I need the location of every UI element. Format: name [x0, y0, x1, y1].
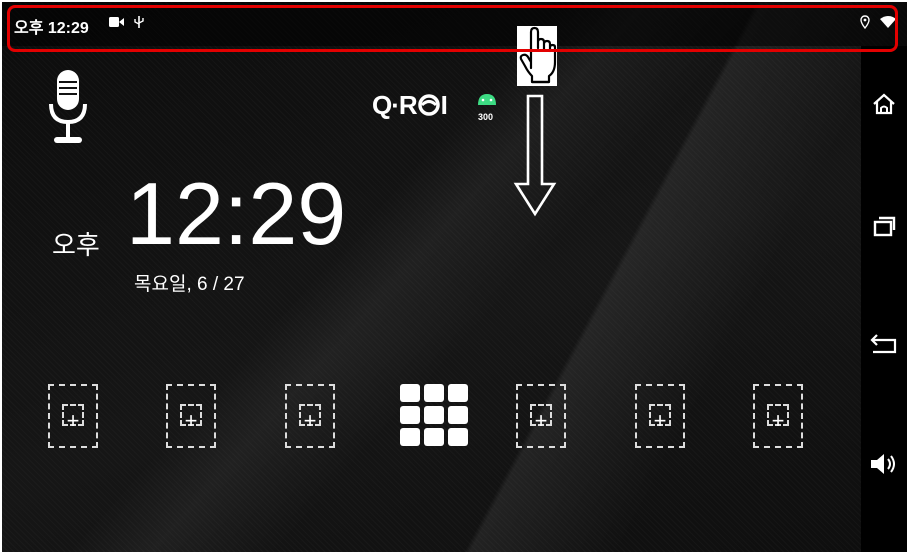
volume-icon[interactable]: [866, 446, 902, 482]
plus-icon: +: [66, 408, 80, 433]
plus-icon: +: [534, 408, 548, 433]
plus-icon: +: [653, 408, 667, 433]
microphone-icon[interactable]: [42, 68, 92, 153]
logo-text: Q·R: [372, 90, 418, 120]
qroi-logo: Q·R I 300: [372, 90, 496, 122]
logo-text-2: I: [440, 90, 448, 120]
home-screen: 오후 12:29 Q·R I 300 오후 12:29 목요일, 6 / 27 …: [2, 2, 907, 552]
plus-icon: +: [303, 408, 317, 433]
home-icon[interactable]: [866, 86, 902, 122]
app-drawer-icon[interactable]: [400, 384, 468, 448]
plus-icon: +: [771, 408, 785, 433]
recent-apps-icon[interactable]: [866, 208, 902, 244]
add-shortcut-slot[interactable]: +: [516, 384, 566, 448]
navigation-bar: [861, 46, 907, 552]
add-shortcut-slot[interactable]: +: [635, 384, 685, 448]
add-shortcut-slot[interactable]: +: [166, 384, 216, 448]
add-shortcut-slot[interactable]: +: [48, 384, 98, 448]
swipe-down-arrow-icon: [512, 94, 558, 223]
logo-sub: 300: [478, 112, 494, 122]
add-shortcut-slot[interactable]: +: [285, 384, 335, 448]
back-icon[interactable]: [866, 326, 902, 362]
android-icon: [478, 94, 496, 105]
clock-time: 12:29: [126, 164, 347, 263]
clock-ampm: 오후: [52, 230, 100, 260]
clock-date: 목요일, 6 / 27: [134, 274, 245, 295]
logo-swirl-icon: [417, 94, 440, 116]
plus-icon: +: [184, 408, 198, 433]
status-bar-highlight: [7, 5, 898, 52]
add-shortcut-slot[interactable]: +: [753, 384, 803, 448]
